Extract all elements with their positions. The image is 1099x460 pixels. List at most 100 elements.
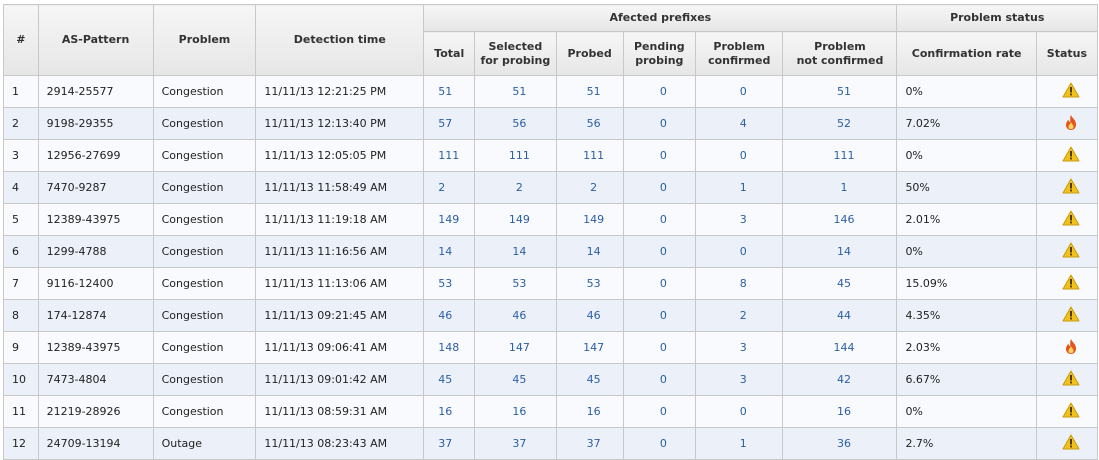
cell-problem-not-confirmed[interactable]: 42 [782, 363, 898, 396]
cell-problem-confirmed[interactable]: 8 [694, 267, 784, 300]
col-header-pending-probing[interactable]: Pending probing [622, 31, 696, 76]
cell-total[interactable]: 51 [423, 75, 476, 108]
cell-problem-confirmed[interactable]: 3 [694, 203, 784, 236]
col-header-status[interactable]: Status [1035, 31, 1099, 76]
cell-pending-probing[interactable]: 0 [622, 363, 696, 396]
cell-total[interactable]: 57 [423, 107, 476, 140]
cell-problem-not-confirmed[interactable]: 16 [782, 395, 898, 428]
col-header-confirmation-rate[interactable]: Confirmation rate [896, 31, 1037, 76]
table-row[interactable]: 7 9116-12400 Congestion 11/11/13 11:13:06 A… [3, 267, 1099, 300]
cell-total[interactable]: 45 [423, 363, 476, 396]
cell-problem-not-confirmed[interactable]: 144 [782, 331, 898, 364]
cell-problem-not-confirmed[interactable]: 44 [782, 299, 898, 332]
table-row[interactable]: 11 21219-28926 Congestion 11/11/13 08:59:31… [3, 395, 1099, 428]
cell-problem-confirmed[interactable]: 0 [694, 75, 784, 108]
col-header-problem-not-confirmed[interactable]: Problem not confirmed [782, 31, 898, 76]
cell-pending-probing[interactable]: 0 [622, 75, 696, 108]
fire-icon[interactable] [1064, 114, 1078, 134]
cell-total[interactable]: 111 [423, 139, 476, 172]
cell-problem-not-confirmed[interactable]: 45 [782, 267, 898, 300]
cell-pending-probing[interactable]: 0 [622, 267, 696, 300]
cell-selected-for-probing[interactable]: 2 [474, 171, 557, 204]
cell-problem-not-confirmed[interactable]: 52 [782, 107, 898, 140]
cell-total[interactable]: 53 [423, 267, 476, 300]
cell-pending-probing[interactable]: 0 [622, 331, 696, 364]
cell-probed[interactable]: 56 [555, 107, 624, 140]
cell-total[interactable]: 14 [423, 235, 476, 268]
cell-selected-for-probing[interactable]: 51 [474, 75, 557, 108]
table-row[interactable]: 4 7470-9287 Congestion 11/11/13 11:58:49 AM… [3, 171, 1099, 204]
cell-selected-for-probing[interactable]: 16 [474, 395, 557, 428]
cell-probed[interactable]: 53 [555, 267, 624, 300]
cell-pending-probing[interactable]: 0 [622, 139, 696, 172]
cell-pending-probing[interactable]: 0 [622, 427, 696, 460]
col-header-probed[interactable]: Probed [555, 31, 624, 76]
cell-problem-confirmed[interactable]: 1 [694, 171, 784, 204]
table-row[interactable]: 12 24709-13194 Outage 11/11/13 08:23:43 AM 3… [3, 427, 1099, 460]
cell-total[interactable]: 16 [423, 395, 476, 428]
cell-selected-for-probing[interactable]: 37 [474, 427, 557, 460]
col-header-as-pattern[interactable]: AS-Pattern [37, 4, 154, 76]
warning-icon[interactable] [1062, 210, 1080, 229]
cell-probed[interactable]: 37 [555, 427, 624, 460]
cell-problem-confirmed[interactable]: 0 [694, 139, 784, 172]
table-row[interactable]: 8 174-12874 Congestion 11/11/13 09:21:45 AM… [3, 299, 1099, 332]
cell-problem-not-confirmed[interactable]: 111 [782, 139, 898, 172]
col-header-problem[interactable]: Problem [152, 4, 257, 76]
warning-icon[interactable] [1062, 434, 1080, 453]
cell-selected-for-probing[interactable]: 14 [474, 235, 557, 268]
cell-total[interactable]: 2 [423, 171, 476, 204]
cell-problem-not-confirmed[interactable]: 36 [782, 427, 898, 460]
cell-problem-confirmed[interactable]: 0 [694, 235, 784, 268]
cell-pending-probing[interactable]: 0 [622, 203, 696, 236]
col-header-index[interactable]: # [3, 4, 39, 76]
warning-icon[interactable] [1062, 82, 1080, 101]
warning-icon[interactable] [1062, 402, 1080, 421]
col-header-selected-for-probing[interactable]: Selected for probing [474, 31, 557, 76]
cell-probed[interactable]: 45 [555, 363, 624, 396]
cell-probed[interactable]: 147 [555, 331, 624, 364]
table-row[interactable]: 3 12956-27699 Congestion 11/11/13 12:05:05 … [3, 139, 1099, 172]
warning-icon[interactable] [1062, 178, 1080, 197]
cell-selected-for-probing[interactable]: 149 [474, 203, 557, 236]
cell-pending-probing[interactable]: 0 [622, 235, 696, 268]
col-header-problem-confirmed[interactable]: Problem confirmed [694, 31, 784, 76]
table-row[interactable]: 6 1299-4788 Congestion 11/11/13 11:16:56 AM… [3, 235, 1099, 268]
cell-pending-probing[interactable]: 0 [622, 107, 696, 140]
table-row[interactable]: 10 7473-4804 Congestion 11/11/13 09:01:42 A… [3, 363, 1099, 396]
cell-probed[interactable]: 16 [555, 395, 624, 428]
cell-total[interactable]: 149 [423, 203, 476, 236]
table-row[interactable]: 9 12389-43975 Congestion 11/11/13 09:06:41 … [3, 331, 1099, 364]
cell-probed[interactable]: 111 [555, 139, 624, 172]
cell-problem-confirmed[interactable]: 4 [694, 107, 784, 140]
cell-probed[interactable]: 46 [555, 299, 624, 332]
cell-total[interactable]: 37 [423, 427, 476, 460]
cell-probed[interactable]: 51 [555, 75, 624, 108]
cell-selected-for-probing[interactable]: 45 [474, 363, 557, 396]
cell-problem-not-confirmed[interactable]: 51 [782, 75, 898, 108]
cell-problem-confirmed[interactable]: 1 [694, 427, 784, 460]
cell-problem-confirmed[interactable]: 3 [694, 363, 784, 396]
cell-selected-for-probing[interactable]: 111 [474, 139, 557, 172]
cell-problem-not-confirmed[interactable]: 146 [782, 203, 898, 236]
fire-icon[interactable] [1064, 338, 1078, 358]
cell-problem-confirmed[interactable]: 2 [694, 299, 784, 332]
col-header-total[interactable]: Total [423, 31, 476, 76]
cell-problem-not-confirmed[interactable]: 1 [782, 171, 898, 204]
cell-selected-for-probing[interactable]: 56 [474, 107, 557, 140]
cell-total[interactable]: 148 [423, 331, 476, 364]
cell-pending-probing[interactable]: 0 [622, 171, 696, 204]
cell-pending-probing[interactable]: 0 [622, 299, 696, 332]
cell-problem-not-confirmed[interactable]: 14 [782, 235, 898, 268]
cell-selected-for-probing[interactable]: 147 [474, 331, 557, 364]
cell-probed[interactable]: 149 [555, 203, 624, 236]
warning-icon[interactable] [1062, 306, 1080, 325]
cell-probed[interactable]: 14 [555, 235, 624, 268]
table-row[interactable]: 5 12389-43975 Congestion 11/11/13 11:19:18 … [3, 203, 1099, 236]
warning-icon[interactable] [1062, 146, 1080, 165]
cell-pending-probing[interactable]: 0 [622, 395, 696, 428]
cell-total[interactable]: 46 [423, 299, 476, 332]
cell-problem-confirmed[interactable]: 0 [694, 395, 784, 428]
cell-problem-confirmed[interactable]: 3 [694, 331, 784, 364]
table-row[interactable]: 2 9198-29355 Congestion 11/11/13 12:13:40 P… [3, 107, 1099, 140]
